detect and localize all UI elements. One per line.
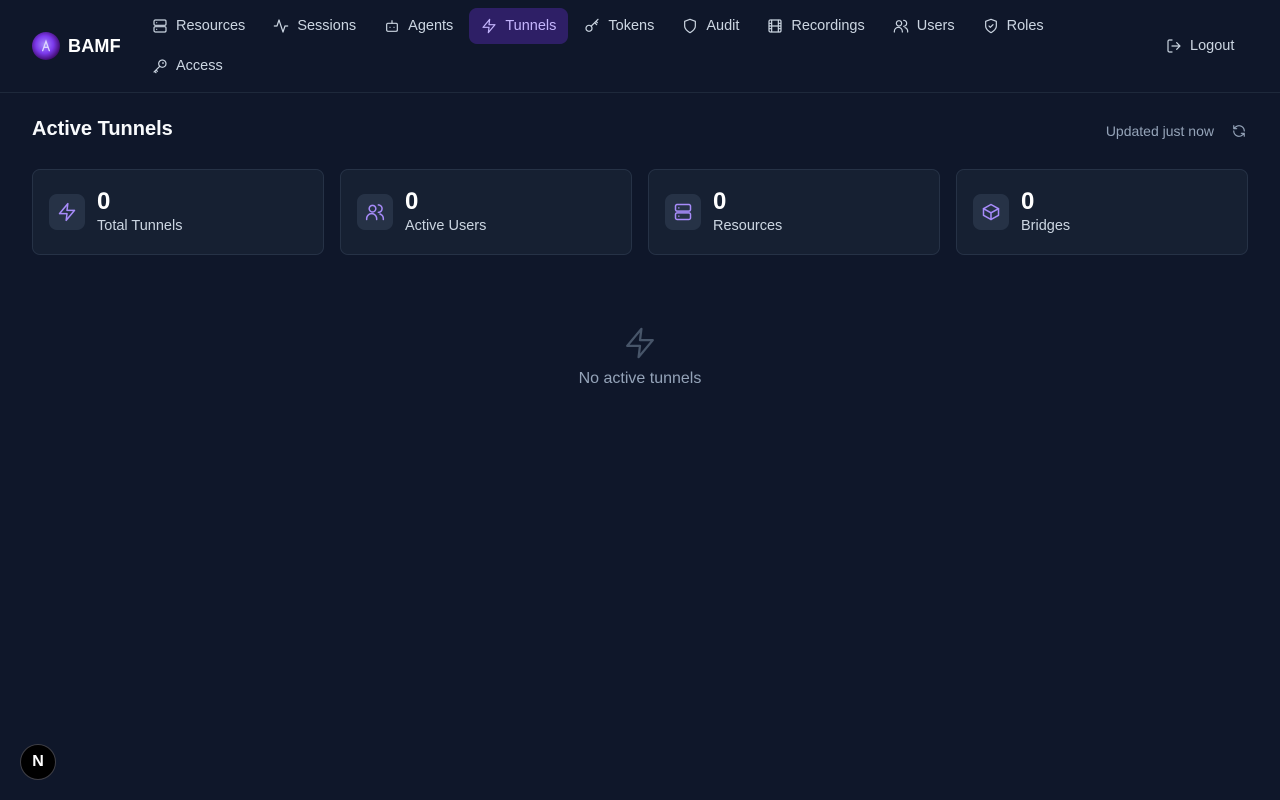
refresh-button[interactable] xyxy=(1230,122,1248,140)
dev-badge-label: N xyxy=(32,753,44,770)
nav-item-resources[interactable]: Resources xyxy=(140,8,257,44)
stat-card-active-users: 0 Active Users xyxy=(340,169,632,255)
stat-card-total-tunnels: 0 Total Tunnels xyxy=(32,169,324,255)
main-nav: Resources Sessions Agents Tunnels Tokens… xyxy=(140,8,1080,88)
nav-item-tokens[interactable]: Tokens xyxy=(572,8,666,44)
logout-button[interactable]: Logout xyxy=(1154,30,1246,62)
nav-item-agents[interactable]: Agents xyxy=(372,8,465,44)
nav-item-roles[interactable]: Roles xyxy=(971,8,1056,44)
activity-icon xyxy=(274,19,289,33)
stat-card-bridges: 0 Bridges xyxy=(956,169,1248,255)
brand[interactable]: BAMF xyxy=(32,32,121,60)
key-round-icon xyxy=(153,59,167,74)
stats-row: 0 Total Tunnels 0 Active Users 0 Resourc… xyxy=(32,169,1248,255)
stat-label: Total Tunnels xyxy=(97,218,183,234)
box-icon xyxy=(973,194,1009,230)
nav-item-sessions[interactable]: Sessions xyxy=(261,8,368,44)
nav-item-label: Agents xyxy=(408,18,454,34)
users-icon xyxy=(357,194,393,230)
nav-item-label: Users xyxy=(916,18,955,34)
updated-text: Updated just now xyxy=(1105,123,1214,139)
nav-item-label: Audit xyxy=(706,18,740,34)
dev-tools-badge[interactable]: N xyxy=(20,744,56,780)
nav-item-label: Roles xyxy=(1006,18,1044,34)
stat-label: Active Users xyxy=(405,218,487,234)
nav-item-access[interactable]: Access xyxy=(140,48,235,84)
top-header: BAMF Resources Sessions Agents Tunnels T xyxy=(0,0,1280,93)
film-icon xyxy=(768,19,782,33)
empty-state: No active tunnels xyxy=(440,326,840,388)
nav-item-label: Recordings xyxy=(791,18,865,34)
nav-item-label: Tunnels xyxy=(505,18,557,34)
key-icon xyxy=(585,18,599,32)
nav-item-label: Tokens xyxy=(608,18,655,34)
stat-value: 0 xyxy=(713,188,727,215)
zap-icon xyxy=(49,194,85,230)
stat-label: Resources xyxy=(713,218,783,234)
bot-icon xyxy=(386,20,399,32)
zap-icon xyxy=(482,18,496,34)
nav-item-audit[interactable]: Audit xyxy=(670,8,751,44)
server-icon xyxy=(665,194,701,230)
logout-label: Logout xyxy=(1190,38,1235,54)
update-status: Updated just now xyxy=(1106,120,1248,142)
brand-name: BAMF xyxy=(68,35,121,56)
log-out-icon xyxy=(1167,39,1181,53)
shield-check-icon xyxy=(984,18,997,34)
nav-item-label: Resources xyxy=(176,18,246,34)
server-icon xyxy=(153,19,167,33)
nav-item-users[interactable]: Users xyxy=(881,8,967,44)
stat-value: 0 xyxy=(1021,188,1035,215)
nav-item-tunnels[interactable]: Tunnels xyxy=(469,8,569,44)
brand-logo-icon xyxy=(32,32,60,60)
nav-row-secondary: Access xyxy=(140,48,1080,84)
stat-value: 0 xyxy=(97,188,111,215)
refresh-icon xyxy=(1233,125,1245,137)
users-icon xyxy=(893,19,909,33)
nav-item-label: Access xyxy=(176,58,223,74)
stat-card-resources: 0 Resources xyxy=(648,169,940,255)
shield-icon xyxy=(684,18,697,34)
page-title: Active Tunnels xyxy=(32,118,173,140)
stat-label: Bridges xyxy=(1021,218,1071,234)
nav-item-label: Sessions xyxy=(297,18,357,34)
zap-icon xyxy=(626,327,654,359)
nav-row-primary: Resources Sessions Agents Tunnels Tokens… xyxy=(140,8,1080,44)
empty-state-text: No active tunnels xyxy=(578,370,702,387)
nav-item-recordings[interactable]: Recordings xyxy=(755,8,876,44)
stat-value: 0 xyxy=(405,188,419,215)
